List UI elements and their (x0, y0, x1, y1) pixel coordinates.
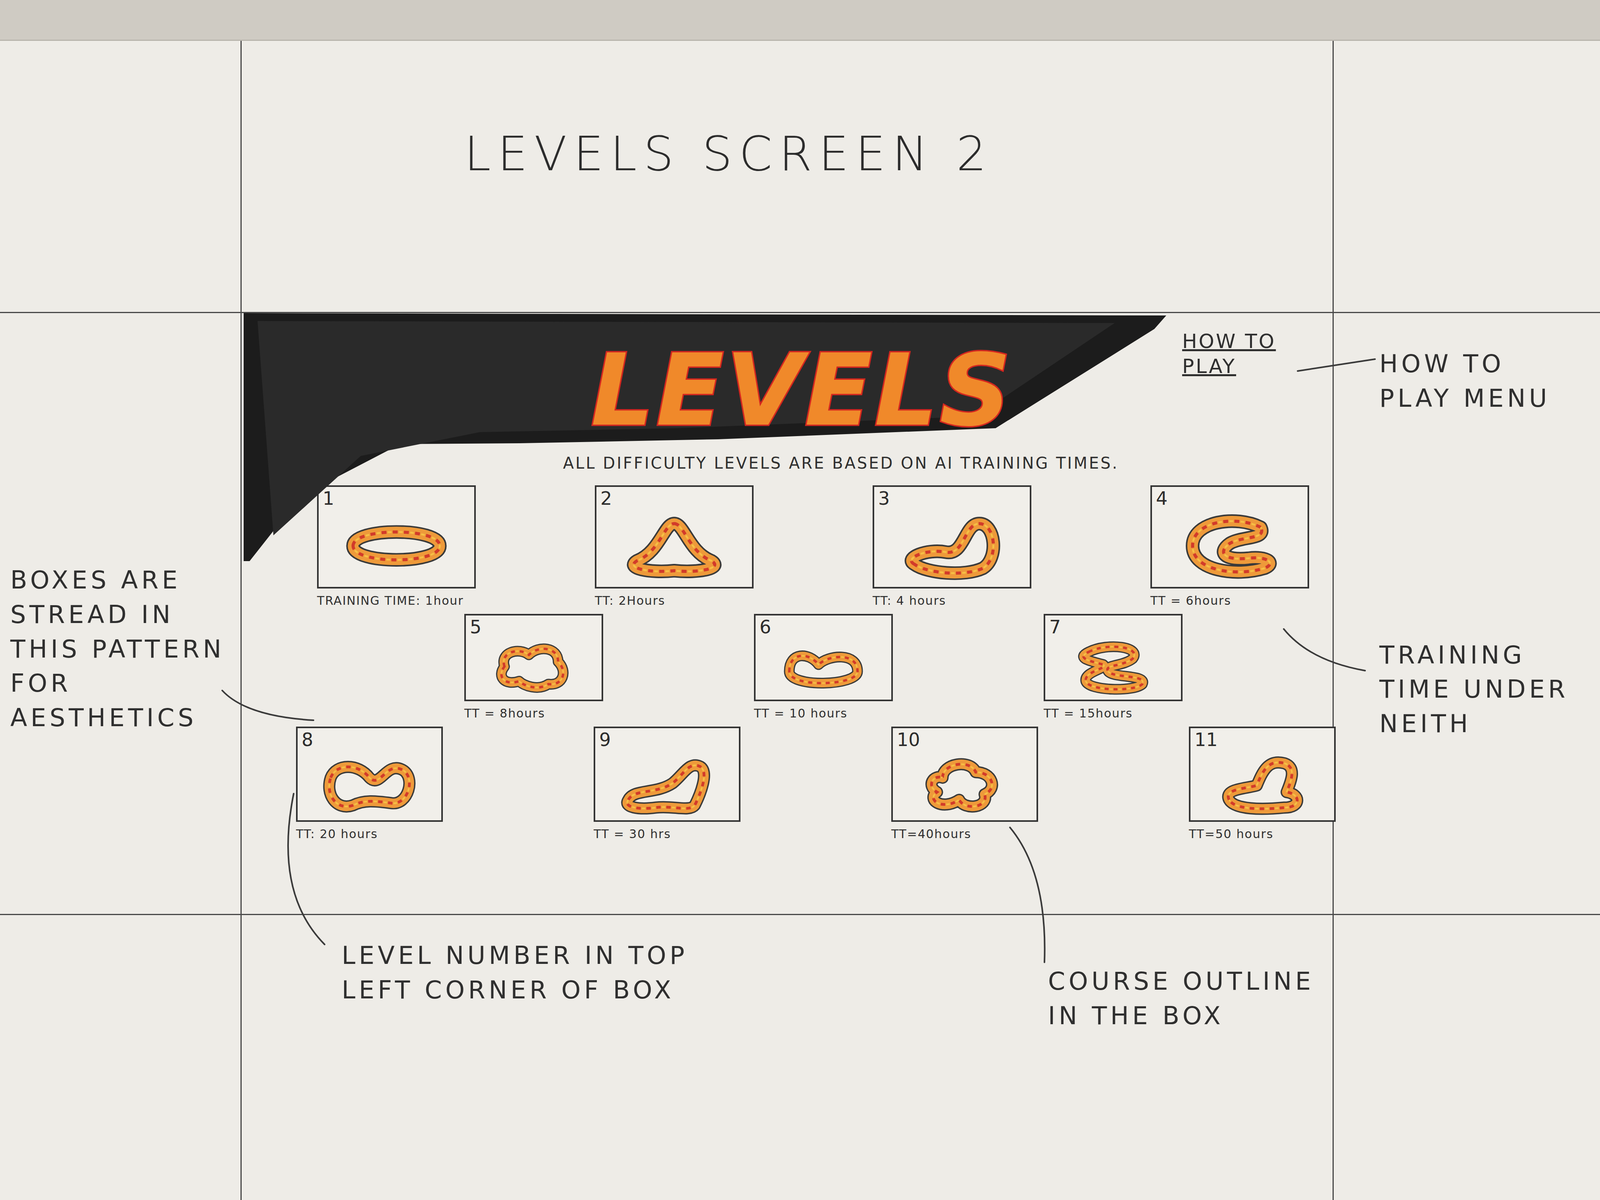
course-outline-icon (759, 637, 888, 696)
level-row: 1 TRAINING TIME: 1hour 2 TT: 2Hours 3 TT: 4 h… (241, 485, 1333, 610)
level-box[interactable]: 9 (593, 726, 741, 822)
left-notes: BOXES ARE STREAD IN THIS PATTERN FOR AES… (0, 313, 242, 916)
level-number: 1 (322, 488, 471, 509)
level-number: 9 (599, 729, 735, 750)
level-card[interactable]: 4 TT = 6hours (1150, 485, 1310, 610)
training-time: TT = 15hours (1043, 705, 1133, 722)
margin-cell (0, 40, 242, 314)
training-time: TT: 20 hours (296, 825, 378, 843)
course-outline-icon (322, 508, 471, 583)
level-card[interactable]: 7 TT = 15hours (1043, 613, 1183, 722)
level-box[interactable]: 8 (296, 726, 443, 822)
background-strip (0, 0, 1600, 41)
training-time: TT = 6hours (1150, 592, 1232, 610)
level-card[interactable]: 8 TT: 20 hours (296, 726, 443, 843)
level-box[interactable]: 11 (1188, 726, 1336, 822)
level-number: 2 (600, 488, 749, 509)
banner: LEVELS (241, 313, 1167, 449)
level-number: 5 (469, 617, 598, 638)
level-card[interactable]: 10 TT=40hours (891, 726, 1039, 843)
level-number: 8 (301, 729, 438, 750)
bottom-notes: LEVEL NUMBER IN TOP LEFT CORNER OF BOX CO… (241, 915, 1334, 1200)
level-number: 10 (896, 729, 1033, 750)
training-time: TT: 2Hours (594, 592, 666, 610)
level-box[interactable]: 4 (1150, 485, 1310, 589)
level-number: 3 (878, 488, 1026, 509)
level-number-annotation: LEVEL NUMBER IN TOP LEFT CORNER OF BOX (341, 938, 731, 1008)
level-card[interactable]: 5 TT = 8hours (464, 613, 604, 722)
level-box[interactable]: 7 (1043, 613, 1183, 702)
level-row: 5 TT = 8hours 6 TT = 10 hours 7 TT = 15hours (241, 613, 1333, 722)
boxes-annotation: BOXES ARE STREAD IN THIS PATTERN FOR AES… (10, 563, 237, 736)
levels-screen: LEVELS HOW TO PLAY ALL DIFFICULTY LEVELS A… (241, 313, 1334, 916)
level-card[interactable]: 2 TT: 2Hours (594, 485, 754, 610)
course-outline-icon (599, 750, 735, 817)
level-card[interactable]: 11 TT=50 hours (1188, 726, 1336, 843)
subtitle: ALL DIFFICULTY LEVELS ARE BASED ON AI TR… (531, 452, 1151, 474)
level-number: 7 (1049, 617, 1177, 638)
level-box[interactable]: 1 (317, 485, 476, 589)
right-notes: HOW TO PLAY MENU TRAINING TIME UNDER NEIT… (1333, 313, 1600, 916)
level-row: 8 TT: 20 hours 9 TT = 30 hrs 10 TT=40hours 11 T… (241, 726, 1333, 843)
level-card[interactable]: 9 TT = 30 hrs (593, 726, 741, 843)
training-time: TT=40hours (891, 825, 972, 843)
level-box[interactable]: 6 (753, 613, 893, 702)
course-outline-icon (1049, 637, 1177, 696)
level-grid: 1 TRAINING TIME: 1hour 2 TT: 2Hours 3 TT: 4 h… (241, 485, 1333, 843)
level-number: 11 (1194, 729, 1331, 750)
margin-cell (0, 915, 242, 1200)
course-outline-icon (1194, 750, 1331, 817)
page-title: LEVELS SCREEN 2 (464, 126, 1333, 182)
course-outline-icon (469, 637, 598, 696)
how-to-play-link[interactable]: HOW TO PLAY (1182, 328, 1290, 379)
training-time: TT = 8hours (464, 705, 546, 722)
margin-cell (1333, 40, 1600, 314)
title-cell: LEVELS SCREEN 2 (241, 40, 1334, 314)
training-time: TT = 30 hrs (593, 825, 672, 843)
course-outline-icon (301, 750, 438, 817)
course-outline-icon (1155, 508, 1304, 583)
level-box[interactable]: 2 (594, 485, 754, 589)
level-box[interactable]: 3 (872, 485, 1032, 589)
level-card[interactable]: 3 TT: 4 hours (872, 485, 1032, 610)
course-outline-icon (600, 508, 749, 583)
header: LEVELS HOW TO PLAY (241, 313, 1333, 449)
level-box[interactable]: 10 (891, 726, 1039, 822)
course-outline-annotation: COURSE OUTLINE IN THE BOX (1048, 964, 1326, 1034)
level-number: 4 (1155, 488, 1304, 509)
level-number: 6 (759, 617, 888, 638)
level-card[interactable]: 1 TRAINING TIME: 1hour (317, 485, 476, 610)
training-time: TT=50 hours (1188, 825, 1274, 843)
training-time: TT = 10 hours (753, 705, 848, 722)
how-to-play-annotation: HOW TO PLAY MENU (1379, 346, 1586, 416)
training-time-annotation: TRAINING TIME UNDER NEITH (1379, 638, 1586, 742)
level-box[interactable]: 5 (464, 613, 604, 702)
course-outline-icon (896, 750, 1033, 817)
training-time: TT: 4 hours (872, 592, 947, 610)
course-outline-icon (878, 508, 1026, 583)
margin-cell (1333, 915, 1600, 1200)
level-card[interactable]: 6 TT = 10 hours (753, 613, 893, 722)
training-time: TRAINING TIME: 1hour (317, 592, 464, 610)
storyboard-sheet: LEVELS SCREEN 2 BOXES ARE STREAD IN THIS … (0, 0, 1600, 1200)
connector-lines-icon (0, 0, 1600, 1200)
levels-title: LEVELS (241, 313, 1167, 441)
